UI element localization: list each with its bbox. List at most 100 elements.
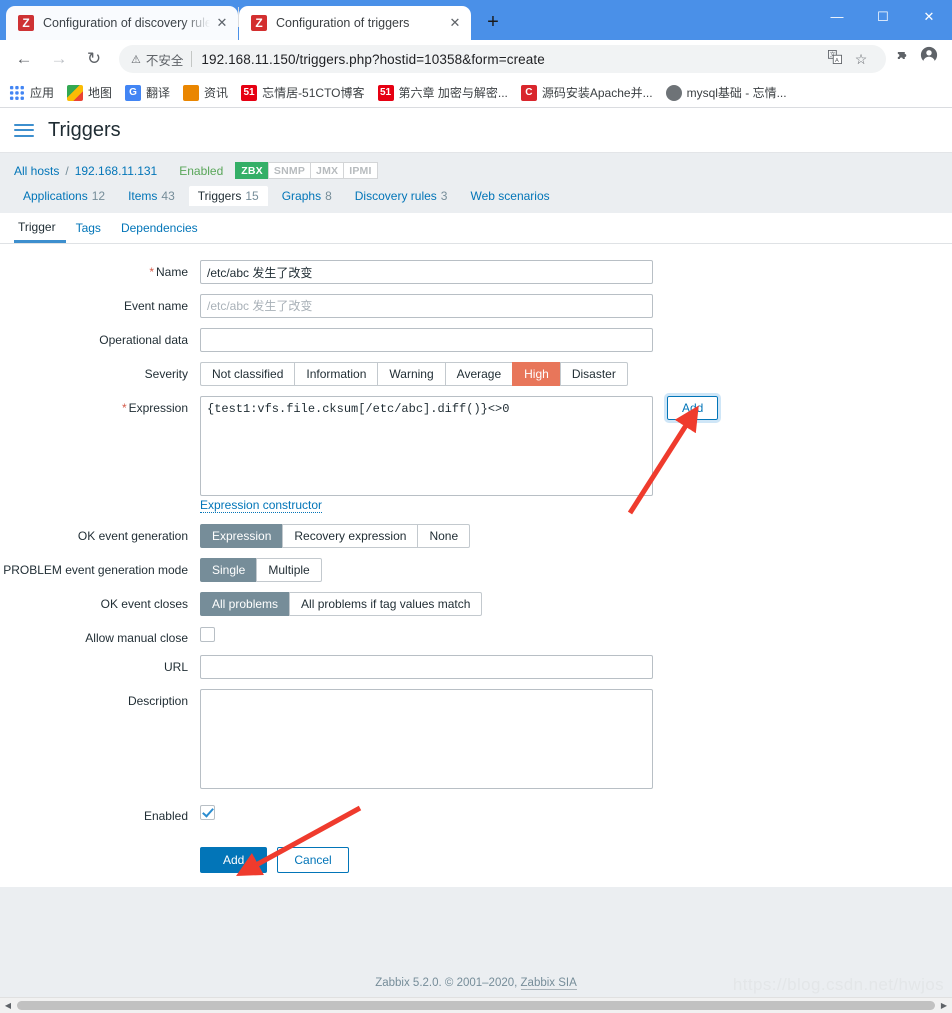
translate-bookmark-icon: G (125, 84, 142, 101)
host-tab-graphs[interactable]: Graphs 8 (273, 186, 341, 206)
interface-badge-jmx: JMX (310, 162, 344, 179)
page-content: Triggers All hosts / 192.168.11.131 Enab… (0, 108, 952, 1013)
bookmark-news[interactable]: 资讯 (183, 84, 228, 101)
name-input[interactable] (200, 260, 653, 284)
problem-event-generation-mode-label: PROBLEM event generation mode (3, 563, 188, 577)
ok-event-closes-group: All problems All problems if tag values … (200, 592, 483, 616)
expression-add-button[interactable]: Add (663, 393, 722, 423)
profile-avatar-icon[interactable] (916, 46, 942, 72)
bookmark-label: 资讯 (204, 86, 229, 100)
tab-close-icon[interactable]: ✕ (214, 15, 230, 31)
host-tab-count: 12 (91, 189, 106, 203)
ok-event-generation-option-recovery-expression[interactable]: Recovery expression (282, 524, 418, 548)
bookmark-maps[interactable]: 地图 (67, 84, 112, 101)
scroll-left-icon[interactable]: ◀ (0, 1001, 16, 1010)
form-row-operational-data: Operational data (0, 328, 952, 352)
host-tabs: Applications 12 Items 43 Triggers 15 Graphs… (14, 186, 938, 206)
ok-event-closes-option-all-problems[interactable]: All problems (200, 592, 290, 616)
severity-option-warning[interactable]: Warning (377, 362, 445, 386)
zabbix-z-icon: Z (18, 15, 34, 31)
hamburger-menu-icon[interactable] (14, 120, 34, 140)
severity-option-high[interactable]: High (512, 362, 560, 386)
host-tab-count: 43 (161, 189, 175, 203)
allow-manual-close-checkbox[interactable] (200, 627, 215, 643)
tab-dependencies[interactable]: Dependencies (111, 221, 208, 243)
ok-event-generation-option-expression[interactable]: Expression (200, 524, 283, 548)
ok-event-closes-option-tag-values-match[interactable]: All problems if tag values match (289, 592, 483, 616)
severity-option-not-classified[interactable]: Not classified (200, 362, 295, 386)
bookmark-mysql-basics[interactable]: mysql基础 - 忘情... (665, 84, 787, 101)
browser-toolbar: ← → ↻ ⚠ 不安全 192.168.11.150/triggers.php?… (0, 40, 952, 78)
description-label: Description (127, 694, 188, 708)
host-tab-label: Web scenarios (470, 189, 550, 203)
bookmark-apache-install[interactable]: C 源码安装Apache并... (520, 84, 653, 101)
form-row-enabled: Enabled (0, 804, 952, 823)
footer-link-zabbix-sia[interactable]: Zabbix SIA (520, 977, 577, 990)
enabled-checkbox[interactable] (200, 805, 215, 821)
forward-icon[interactable]: → (45, 45, 73, 73)
url-input[interactable] (200, 655, 653, 679)
51cto-icon: 51 (241, 84, 258, 101)
actions-spacer (0, 833, 200, 838)
address-bar[interactable]: ⚠ 不安全 192.168.11.150/triggers.php?hostid… (119, 45, 886, 73)
globe-icon (665, 84, 682, 101)
host-breadcrumb-bar: All hosts / 192.168.11.131 Enabled ZBX S… (0, 153, 952, 213)
ok-event-generation-option-none[interactable]: None (417, 524, 471, 548)
bookmark-star-icon[interactable]: ☆ (848, 46, 874, 72)
extensions-icon[interactable] (888, 46, 914, 72)
label-text: Name (155, 265, 188, 279)
bookmark-51cto-blog[interactable]: 51 忘情居-51CTO博客 (241, 84, 365, 101)
interface-badge-snmp: SNMP (267, 162, 311, 179)
zabbix-header: Triggers (0, 108, 952, 153)
expression-constructor-link[interactable]: Expression constructor (200, 498, 323, 513)
window-maximize-button[interactable]: ☐ (860, 0, 906, 34)
description-textarea[interactable] (200, 689, 653, 789)
host-tab-triggers[interactable]: Triggers 15 (188, 186, 268, 206)
add-button[interactable]: Add (200, 847, 268, 873)
new-tab-button[interactable]: + (478, 7, 508, 37)
host-tab-discovery-rules[interactable]: Discovery rules 3 (346, 186, 457, 206)
form-row-problem-event-generation-mode: PROBLEM event generation mode Single Mul… (0, 558, 952, 582)
host-tab-items[interactable]: Items 43 (119, 186, 184, 206)
host-tab-label: Discovery rules (354, 189, 437, 203)
severity-option-information[interactable]: Information (294, 362, 378, 386)
apps-grid-icon (9, 84, 25, 101)
browser-tab-discovery-rules[interactable]: Z Configuration of discovery rules ✕ (6, 6, 238, 40)
name-label: * Name (0, 260, 200, 279)
window-minimize-button[interactable]: — (814, 0, 860, 34)
translate-icon[interactable]: 文 A (822, 46, 848, 72)
bookmark-chapter-six[interactable]: 51 第六章 加密与解密... (377, 84, 508, 101)
cancel-button[interactable]: Cancel (277, 847, 349, 873)
tab-tags[interactable]: Tags (66, 221, 111, 243)
breadcrumb-all-hosts[interactable]: All hosts (14, 164, 59, 178)
severity-option-average[interactable]: Average (444, 362, 513, 386)
interface-badge-ipmi: IPMI (343, 162, 378, 179)
bookmarks-bar: 应用 地图 G 翻译 资讯 51 忘情居-51CTO博客 51 第六章 加密与解… (0, 78, 952, 108)
problem-mode-option-multiple[interactable]: Multiple (256, 558, 322, 582)
operational-data-label: Operational data (99, 333, 188, 347)
scroll-right-icon[interactable]: ▶ (936, 1001, 952, 1010)
browser-tabstrip: Z Configuration of discovery rules ✕ Z C… (0, 0, 952, 40)
breadcrumb-host-name[interactable]: 192.168.11.131 (75, 164, 158, 178)
bookmark-apps[interactable]: 应用 (9, 84, 54, 101)
ok-event-closes-label: OK event closes (100, 597, 188, 611)
bookmark-label: 源码安装Apache并... (541, 86, 653, 100)
problem-mode-option-single[interactable]: Single (200, 558, 257, 582)
zabbix-z-icon: Z (251, 15, 267, 31)
reload-icon[interactable]: ↻ (80, 45, 108, 73)
event-name-input[interactable] (200, 294, 653, 318)
tab-close-icon[interactable]: ✕ (447, 15, 463, 31)
bookmark-translate[interactable]: G 翻译 (125, 84, 170, 101)
tab-trigger[interactable]: Trigger (14, 220, 66, 243)
host-tab-web-scenarios[interactable]: Web scenarios (461, 186, 558, 206)
severity-option-disaster[interactable]: Disaster (559, 362, 628, 386)
browser-tab-triggers[interactable]: Z Configuration of triggers ✕ (239, 6, 471, 40)
operational-data-input[interactable] (200, 328, 653, 352)
window-close-button[interactable]: ✕ (906, 0, 952, 34)
scrollbar-thumb[interactable] (17, 1001, 935, 1010)
expression-textarea[interactable]: {test1:vfs.file.cksum[/etc/abc].diff()}<… (200, 396, 653, 496)
translate-glyph: 文 A (828, 50, 842, 64)
horizontal-scrollbar[interactable]: ◀ ▶ (0, 997, 952, 1013)
back-icon[interactable]: ← (10, 45, 38, 73)
host-tab-applications[interactable]: Applications 12 (14, 186, 114, 206)
